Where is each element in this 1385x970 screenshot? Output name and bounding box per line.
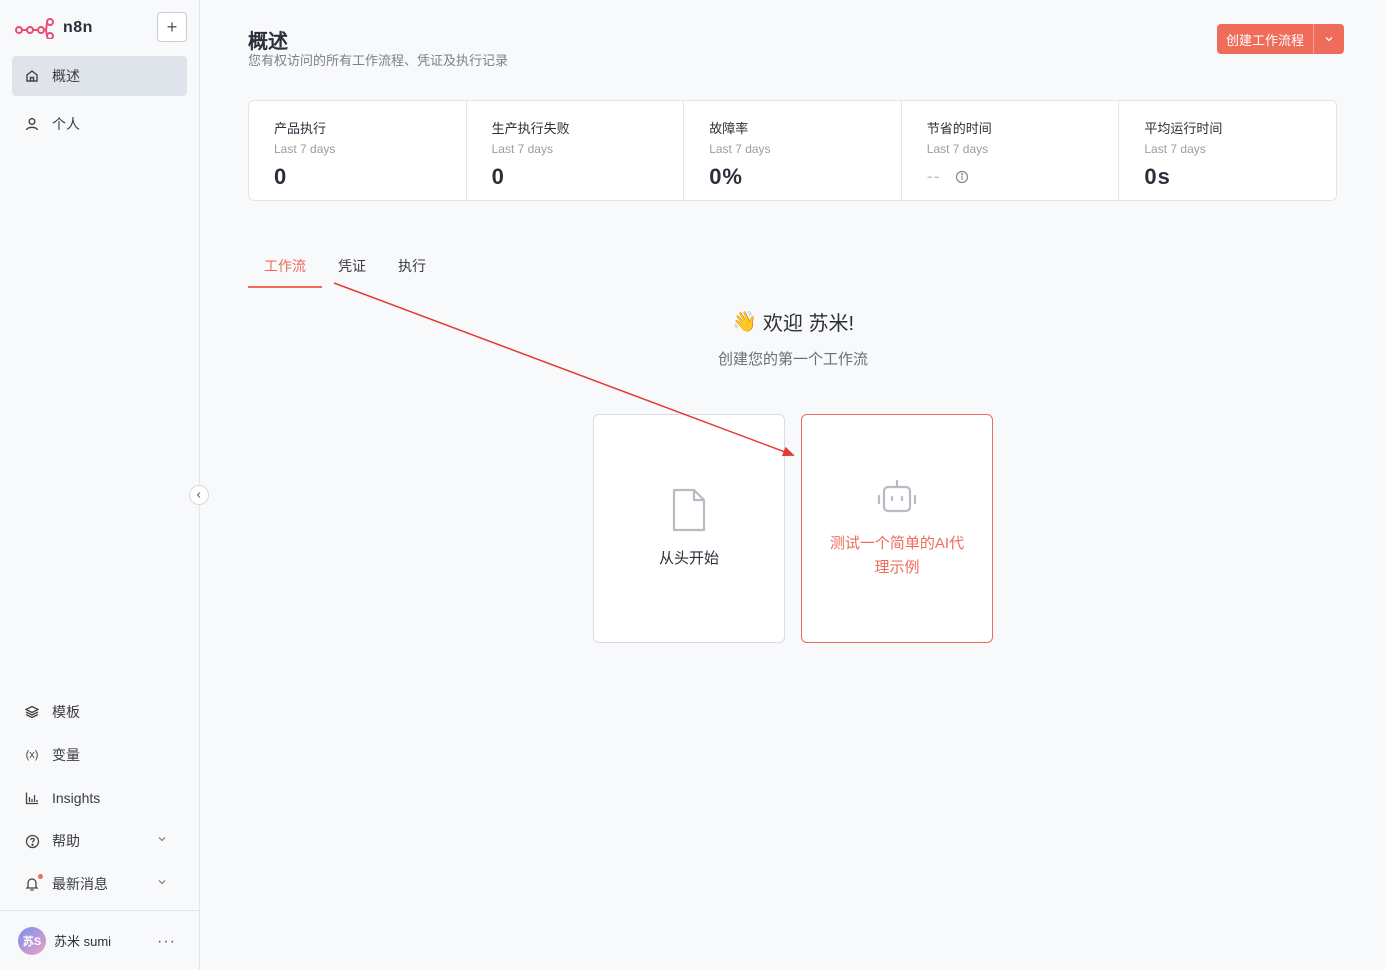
plus-icon: + [166, 16, 178, 37]
stat-failed-executions[interactable]: 生产执行失败 Last 7 days 0 [467, 101, 685, 200]
sidebar-item-label: 模板 [52, 704, 80, 720]
card-label: 测试一个简单的AI代理示例 [829, 534, 965, 576]
stat-label: 平均运行时间 [1144, 121, 1223, 136]
variable-icon: (x) [25, 749, 39, 761]
user-name: 苏米 sumi [54, 934, 112, 949]
file-icon [672, 488, 706, 531]
stat-period: Last 7 days [709, 142, 771, 156]
tab-executions[interactable]: 执行 [382, 250, 442, 288]
sidebar-item-label: 个人 [52, 116, 80, 132]
logo-text: n8n [63, 19, 93, 36]
sidebar-item-whats-new[interactable]: 最新消息 [12, 864, 187, 904]
sidebar-item-help[interactable]: 帮助 [12, 821, 187, 861]
stat-period: Last 7 days [274, 142, 336, 156]
create-workflow-button-group: 创建工作流程 [1217, 24, 1345, 54]
stat-value: -- [926, 166, 941, 186]
stat-label: 故障率 [709, 121, 749, 136]
overview-tabs: 工作流 凭证 执行 [248, 250, 442, 288]
stat-value: 0 [274, 164, 288, 189]
info-icon[interactable] [955, 170, 969, 184]
try-ai-agent-card[interactable]: 测试一个简单的AI代理示例 [801, 414, 993, 643]
bell-icon [24, 874, 43, 892]
stat-period: Last 7 days [926, 142, 989, 156]
n8n-logo-icon [15, 18, 54, 39]
chevron-down-icon [158, 837, 166, 842]
create-dropdown-button[interactable] [1314, 24, 1345, 54]
more-horizontal-icon[interactable]: ··· [157, 933, 176, 951]
stat-value: 0s [1144, 164, 1171, 189]
chevron-down-icon [1325, 37, 1333, 42]
sidebar-item-label: 最新消息 [52, 876, 108, 892]
chevron-down-icon [158, 880, 166, 885]
robot-icon [877, 479, 917, 512]
start-from-scratch-card[interactable]: 从头开始 [593, 414, 785, 643]
card-label: 从头开始 [658, 549, 719, 567]
welcome-title-row: 👋 欢迎 苏米! [593, 307, 993, 336]
user-menu[interactable]: 苏S 苏米 sumi ··· [0, 910, 200, 970]
sidebar-item-label: 变量 [52, 747, 80, 763]
sidebar-item-overview[interactable]: 概述 [12, 56, 187, 96]
stat-period: Last 7 days [491, 142, 553, 156]
sidebar-item-label: Insights [52, 790, 101, 806]
stat-value-row: -- [927, 166, 1119, 187]
tab-credentials[interactable]: 凭证 [322, 250, 382, 288]
stat-period: Last 7 days [1144, 142, 1206, 156]
insights-summary: 产品执行 Last 7 days 0 生产执行失败 Last 7 days 0 … [248, 100, 1337, 201]
page-subtitle: 您有权访问的所有工作流程、凭证及执行记录 [248, 53, 509, 68]
stat-label: 生产执行失败 [491, 121, 570, 136]
user-icon [24, 116, 40, 132]
logo[interactable]: n8n [15, 17, 93, 39]
layers-icon [24, 704, 40, 720]
sidebar-item-personal[interactable]: 个人 [12, 104, 187, 144]
help-circle-icon [24, 833, 40, 849]
stat-time-saved[interactable]: 节省的时间 Last 7 days -- [902, 101, 1120, 200]
sidebar-item-variables[interactable]: (x) 变量 [12, 735, 187, 775]
welcome-title: 欢迎 苏米! [762, 313, 855, 335]
stat-avg-runtime[interactable]: 平均运行时间 Last 7 days 0s [1119, 101, 1336, 200]
stat-failure-rate[interactable]: 故障率 Last 7 days 0% [684, 101, 902, 200]
collapse-sidebar-button[interactable] [189, 485, 209, 505]
sidebar-item-templates[interactable]: 模板 [12, 692, 187, 732]
sidebar-item-label: 帮助 [52, 833, 80, 849]
sidebar-item-label: 概述 [52, 68, 80, 84]
waving-hand-icon: 👋 [731, 311, 757, 333]
tab-workflows[interactable]: 工作流 [248, 250, 322, 288]
home-icon [24, 68, 40, 84]
sidebar: n8n + 概述 个人 模板 (x) 变量 Insights 帮助 最新消息 苏… [0, 0, 200, 970]
stat-prod-executions[interactable]: 产品执行 Last 7 days 0 [249, 101, 467, 200]
create-workflow-button[interactable]: 创建工作流程 [1217, 24, 1315, 54]
avatar: 苏S [18, 926, 46, 955]
stat-label: 节省的时间 [926, 121, 992, 136]
welcome-section: 👋 欢迎 苏米! 创建您的第一个工作流 [593, 307, 993, 369]
stat-value: 0 [491, 164, 505, 189]
stat-label: 产品执行 [274, 121, 327, 136]
welcome-subtitle: 创建您的第一个工作流 [717, 351, 868, 368]
bar-chart-icon [24, 790, 40, 806]
add-button[interactable]: + [157, 12, 187, 42]
chevron-left-icon [196, 492, 201, 498]
sidebar-item-insights[interactable]: Insights [12, 778, 187, 818]
notification-dot [38, 874, 43, 879]
stat-value: 0% [709, 164, 743, 189]
